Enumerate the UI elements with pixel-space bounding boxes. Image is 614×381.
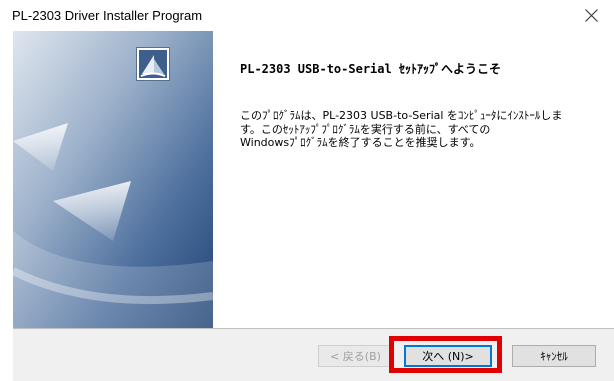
welcome-description: このﾌﾟﾛｸﾞﾗﾑは、PL-2303 USB-to-Serial をｺﾝﾋﾟｭｰ… (240, 109, 590, 150)
welcome-content: PL-2303 USB-to-Serial ｾｯﾄｱｯﾌﾟへようこそ このﾌﾟﾛ… (213, 31, 614, 328)
close-icon (584, 9, 598, 22)
installer-banner (13, 31, 213, 328)
close-button[interactable] (568, 0, 614, 31)
description-line: このﾌﾟﾛｸﾞﾗﾑは、PL-2303 USB-to-Serial をｺﾝﾋﾟｭｰ… (240, 109, 563, 122)
next-button[interactable]: 次へ (N)> (404, 345, 492, 367)
cancel-button[interactable]: ｷｬﾝｾﾙ (512, 345, 596, 367)
banner-artwork (13, 31, 213, 328)
window-title: PL-2303 Driver Installer Program (12, 8, 203, 23)
description-line: Windowsﾌﾟﾛｸﾞﾗﾑを終了することを推奨します。 (240, 136, 481, 149)
welcome-heading: PL-2303 USB-to-Serial ｾｯﾄｱｯﾌﾟへようこそ (240, 62, 501, 76)
installshield-logo-icon (136, 47, 170, 81)
title-bar: PL-2303 Driver Installer Program (0, 0, 614, 31)
button-bar: < 戻る(B) 次へ (N)> ｷｬﾝｾﾙ (13, 328, 614, 381)
description-line: す。このｾｯﾄｱｯﾌﾟﾌﾟﾛｸﾞﾗﾑを実行する前に、すべての (240, 122, 491, 136)
back-button[interactable]: < 戻る(B) (318, 345, 393, 367)
